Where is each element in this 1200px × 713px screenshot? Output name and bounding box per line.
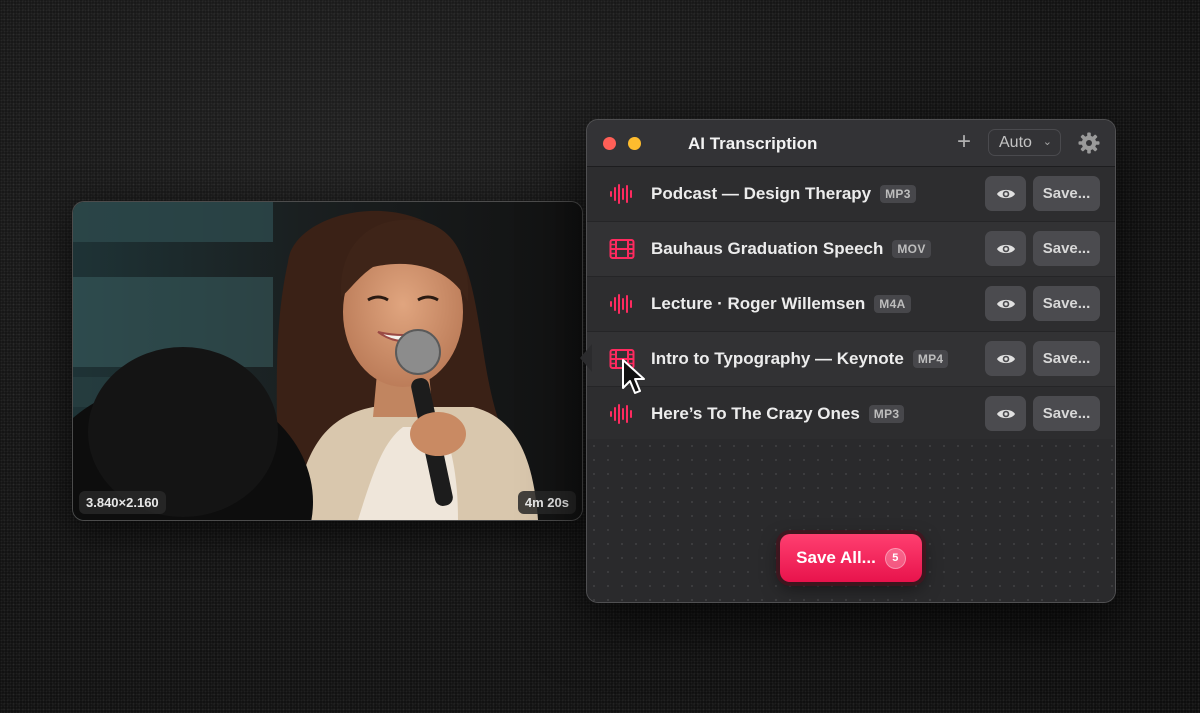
- item-label: Lecture · Roger Willemsen M4A: [651, 294, 911, 314]
- save-button[interactable]: Save...: [1033, 231, 1100, 266]
- eye-icon: [996, 409, 1015, 418]
- preview-button[interactable]: [985, 176, 1026, 211]
- save-all-button[interactable]: Save All... 5: [780, 534, 922, 582]
- chevron-down-icon: ⌄: [1042, 136, 1052, 148]
- media-preview: 3.840×2.160 4m 20s: [72, 201, 583, 521]
- resolution-badge: 3.840×2.160: [79, 491, 166, 514]
- preview-button[interactable]: [985, 396, 1026, 431]
- audio-waveform-icon: [610, 184, 632, 204]
- item-label: Here’s To The Crazy Ones MP3: [651, 404, 905, 424]
- item-label: Intro to Typography — Keynote MP4: [651, 349, 949, 369]
- popover-arrow: [580, 344, 592, 372]
- eye-icon: [996, 244, 1015, 253]
- save-all-label: Save All...: [796, 548, 876, 567]
- item-name: Here’s To The Crazy Ones: [651, 404, 860, 423]
- language-select[interactable]: Auto ⌄: [988, 129, 1061, 156]
- add-icon[interactable]: +: [951, 128, 977, 156]
- duration-badge: 4m 20s: [517, 491, 576, 514]
- format-badge: MP3: [868, 405, 905, 423]
- format-badge: MP3: [880, 185, 916, 203]
- audio-waveform-icon: [610, 404, 632, 424]
- save-button[interactable]: Save...: [1033, 286, 1100, 321]
- film-icon: [609, 239, 635, 259]
- mouse-cursor-icon: [622, 359, 645, 394]
- list-item[interactable]: Podcast — Design Therapy MP3 Save...: [587, 167, 1115, 222]
- save-button[interactable]: Save...: [1033, 396, 1100, 431]
- transcription-window: AI Transcription + Auto ⌄ Podcast — Desi…: [586, 119, 1116, 603]
- item-name: Podcast — Design Therapy: [651, 184, 872, 203]
- eye-icon: [996, 354, 1015, 363]
- format-badge: MP4: [912, 350, 949, 368]
- list-item[interactable]: Bauhaus Graduation Speech MOV Save...: [587, 222, 1115, 277]
- count-badge: 5: [884, 547, 906, 569]
- item-label: Bauhaus Graduation Speech MOV: [651, 239, 931, 259]
- eye-icon: [996, 299, 1015, 308]
- list-item[interactable]: Lecture · Roger Willemsen M4A Save...: [587, 277, 1115, 332]
- title-bar: AI Transcription + Auto ⌄: [587, 120, 1115, 167]
- format-badge: M4A: [874, 295, 911, 313]
- gear-icon[interactable]: [1077, 131, 1101, 155]
- item-label: Podcast — Design Therapy MP3: [651, 184, 916, 204]
- window-title: AI Transcription: [688, 134, 818, 153]
- item-name: Intro to Typography — Keynote: [651, 349, 904, 368]
- eye-icon: [996, 189, 1015, 198]
- item-name: Lecture · Roger Willemsen: [651, 294, 866, 313]
- list-item[interactable]: Here’s To The Crazy Ones MP3 Save...: [587, 387, 1115, 442]
- close-button[interactable]: [603, 137, 616, 150]
- format-badge: MOV: [892, 240, 931, 258]
- save-button[interactable]: Save...: [1033, 341, 1100, 376]
- preview-button[interactable]: [985, 286, 1026, 321]
- preview-button[interactable]: [985, 341, 1026, 376]
- preview-photo: [73, 202, 582, 520]
- transcription-list: Podcast — Design Therapy MP3 Save... Bau…: [587, 167, 1115, 442]
- list-item[interactable]: Intro to Typography — Keynote MP4 Save..…: [587, 332, 1115, 387]
- preview-button[interactable]: [985, 231, 1026, 266]
- minimize-button[interactable]: [628, 137, 641, 150]
- language-select-value: Auto: [999, 134, 1032, 151]
- audio-waveform-icon: [610, 294, 632, 314]
- save-button[interactable]: Save...: [1033, 176, 1100, 211]
- item-name: Bauhaus Graduation Speech: [651, 239, 884, 258]
